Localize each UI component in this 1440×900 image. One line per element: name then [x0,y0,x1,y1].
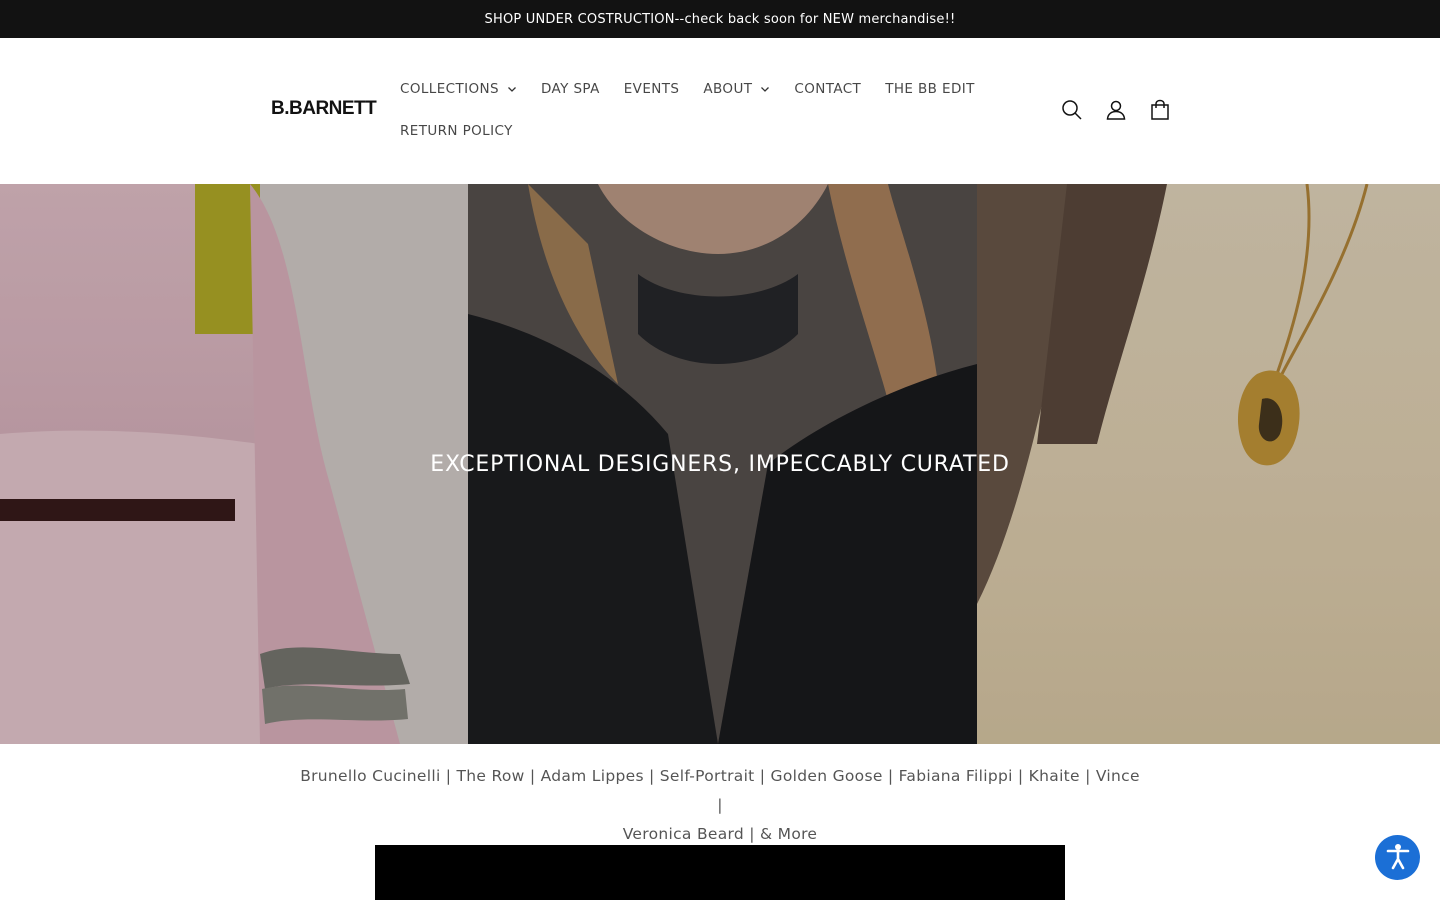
nav-row-2: RETURN POLICY [388,110,948,152]
brand-logo[interactable]: B.BARNETT [271,98,377,120]
site-header: B.BARNETT COLLECTIONS DAY SPA EVENTS ABO… [0,38,1440,184]
accessibility-icon [1383,841,1413,875]
hero-banner: EXCEPTIONAL DESIGNERS, IMPECCABLY CURATE… [0,184,1440,744]
chevron-down-icon [760,84,770,94]
cart-icon [1149,99,1171,125]
brand-list: Brunello Cucinelli | The Row | Adam Lipp… [300,762,1140,849]
nav-row-1: COLLECTIONS DAY SPA EVENTS ABOUT CONTACT [388,68,974,110]
announcement-text: SHOP UNDER COSTRUCTION--check back soon … [484,11,956,27]
main-nav: COLLECTIONS DAY SPA EVENTS ABOUT CONTACT [388,68,974,152]
nav-item-label: CONTACT [794,81,862,97]
nav-item-collections[interactable]: COLLECTIONS [388,81,529,97]
nav-item-label: COLLECTIONS [400,81,499,97]
accessibility-button[interactable] [1375,835,1420,880]
nav-item-label: RETURN POLICY [400,123,513,139]
brand-list-line-1: Brunello Cucinelli | The Row | Adam Lipp… [300,767,1140,814]
nav-item-label: THE BB EDIT [885,81,975,97]
nav-item-bb-edit[interactable]: THE BB EDIT [873,81,987,97]
account-button[interactable] [1094,90,1138,134]
nav-item-label: DAY SPA [540,81,600,97]
search-button[interactable] [1050,90,1094,134]
nav-item-events[interactable]: EVENTS [612,81,692,97]
search-icon [1061,99,1083,125]
nav-item-about[interactable]: ABOUT [691,81,782,97]
video-embed[interactable] [375,845,1065,900]
header-icons [1050,90,1182,134]
nav-item-label: EVENTS [623,81,680,97]
account-icon [1105,99,1127,125]
nav-item-contact[interactable]: CONTACT [782,81,873,97]
cart-button[interactable] [1138,90,1182,134]
nav-item-return-policy[interactable]: RETURN POLICY [388,123,525,139]
nav-item-day-spa[interactable]: DAY SPA [529,81,612,97]
hero-title: EXCEPTIONAL DESIGNERS, IMPECCABLY CURATE… [430,452,1010,477]
chevron-down-icon [507,84,517,94]
announcement-bar: SHOP UNDER COSTRUCTION--check back soon … [0,0,1440,38]
nav-item-label: ABOUT [703,81,753,97]
